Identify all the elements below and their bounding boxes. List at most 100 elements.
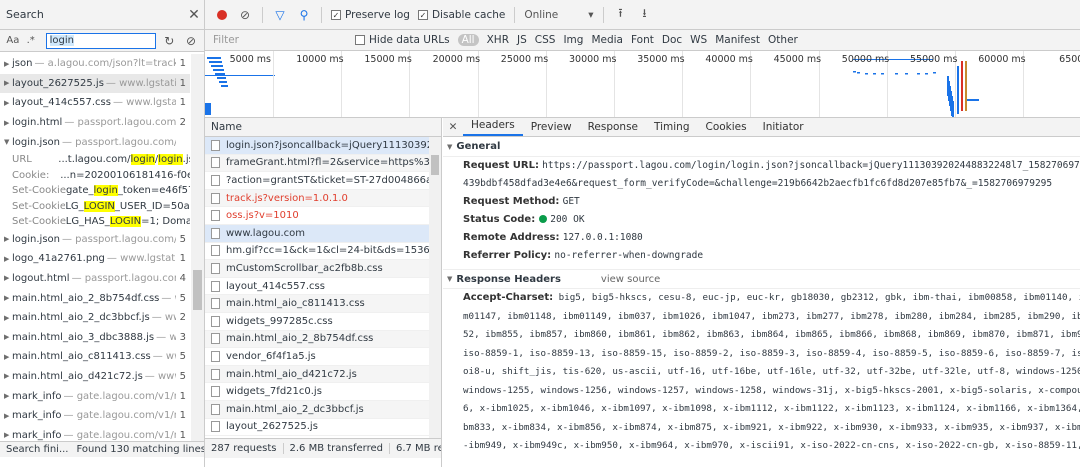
close-icon[interactable]: ✕ bbox=[443, 121, 463, 133]
request-row[interactable]: main.html_aio_2_dc3bbcf.js bbox=[205, 400, 441, 419]
tab-cookies[interactable]: Cookies bbox=[698, 121, 755, 136]
request-row[interactable]: main.html_aio_d421c72.js bbox=[205, 365, 441, 384]
request-row[interactable]: oss.js?v=1010 bbox=[205, 207, 441, 225]
overview-tick-label: 50000 ms bbox=[841, 54, 890, 65]
search-icon[interactable]: ⚲ bbox=[295, 8, 313, 22]
tab-preview[interactable]: Preview bbox=[523, 121, 580, 136]
request-list-scrollbar-thumb[interactable] bbox=[431, 155, 439, 175]
record-icon[interactable] bbox=[217, 9, 227, 20]
overview-tick-label: 60000 ms bbox=[978, 54, 1026, 65]
status-code-row: Status Code: 200 OK bbox=[443, 211, 1080, 229]
request-row[interactable]: ?action=grantST&ticket=ST-27d004866a864c… bbox=[205, 172, 441, 190]
clear-log-icon[interactable]: ⊘ bbox=[236, 8, 254, 22]
search-result-file[interactable]: ▶main.html_aio_2_dc3bbcf.js — ww...2 bbox=[0, 308, 190, 328]
search-result-file[interactable]: ▶json — a.lagou.com/json?lt=tracks...1 bbox=[0, 54, 190, 74]
request-row[interactable]: main.html_aio_c811413.css bbox=[205, 295, 441, 313]
tab-timing[interactable]: Timing bbox=[646, 121, 697, 136]
search-result-file[interactable]: ▶main.html_aio_c811413.css — ww...5 bbox=[0, 347, 190, 367]
search-result-file[interactable]: ▶mark_info — gate.lagou.com/v1/n...1 bbox=[0, 406, 190, 426]
referrer-policy-value: no-referrer-when-downgrade bbox=[554, 250, 704, 261]
general-section-header[interactable]: ▼ General bbox=[443, 137, 1080, 157]
filter-type-xhr[interactable]: XHR bbox=[487, 34, 509, 46]
file-icon bbox=[211, 298, 220, 310]
search-result-line[interactable]: Set-Cookie:LG_LOGIN_USER_ID=50a6... bbox=[0, 198, 190, 214]
request-row[interactable]: track.js?version=1.0.1.0 bbox=[205, 189, 441, 208]
timeline-overview[interactable]: 5000 ms 10000 ms 15000 ms 20000 ms 25000 ms 3… bbox=[205, 51, 1080, 118]
filter-type-ws[interactable]: WS bbox=[690, 34, 707, 46]
search-result-count: 5 bbox=[179, 233, 186, 245]
search-result-file[interactable]: ▶layout_2627525.js — www.lgstatic...1 bbox=[0, 73, 190, 94]
accept-charset-line: m01147, ibm01148, ibm01149, ibm037, ibm1… bbox=[443, 308, 1080, 327]
tab-response[interactable]: Response bbox=[580, 121, 646, 136]
request-row[interactable]: widgets_7fd21c0.js bbox=[205, 383, 441, 401]
close-icon[interactable]: ✕ bbox=[184, 7, 204, 23]
search-result-file[interactable]: ▶main.html_aio_3_dbc3888.js — ww...3 bbox=[0, 327, 190, 347]
search-result-file[interactable]: ▶login.html — passport.lagou.com/...2 bbox=[0, 113, 190, 133]
search-result-line[interactable]: Cookie: ...n=20200106181416-f0e58d... bbox=[0, 167, 190, 183]
filter-type-doc[interactable]: Doc bbox=[662, 34, 682, 46]
response-headers-section-header[interactable]: ▼ Response Headers view source bbox=[443, 269, 1080, 289]
request-row[interactable]: www.lagou.com bbox=[205, 224, 441, 243]
request-row[interactable]: mCustomScrollbar_ac2fb8b.css bbox=[205, 260, 441, 278]
request-row[interactable]: hm.gif?cc=1&ck=1&cl=24-bit&ds=1536x864..… bbox=[205, 243, 441, 261]
tab-headers[interactable]: Headers bbox=[463, 119, 523, 136]
request-row[interactable]: login.json?jsoncallback=jQuery1113039202… bbox=[205, 137, 441, 155]
search-result-line[interactable]: Set-Cookie:LG_HAS_LOGIN=1; Domai... bbox=[0, 214, 190, 230]
clear-icon[interactable]: ⊘ bbox=[182, 34, 200, 48]
triangle-right-icon: ▶ bbox=[4, 98, 10, 107]
filter-type-js[interactable]: JS bbox=[517, 34, 527, 46]
search-input[interactable]: login bbox=[45, 32, 157, 49]
search-result-line[interactable]: Set-Cookie:gate_login_token=e46f57... bbox=[0, 183, 190, 199]
search-result-file[interactable]: ▶logout.html — passport.lagou.com...4 bbox=[0, 269, 190, 289]
request-row[interactable]: vendor_6f4f1a5.js bbox=[205, 348, 441, 366]
match-case-toggle[interactable]: Aa bbox=[4, 35, 22, 46]
search-result-line[interactable]: URL ...t.lagou.com/login/login.json?js... bbox=[0, 152, 190, 168]
filter-type-img[interactable]: Img bbox=[563, 34, 583, 46]
import-har-icon[interactable]: ⭱ bbox=[612, 4, 630, 25]
hide-data-urls-checkbox[interactable]: Hide data URLs bbox=[355, 34, 450, 46]
search-result-file[interactable]: ▼login.json — passport.lagou.com/login..… bbox=[0, 132, 190, 152]
tab-initiator[interactable]: Initiator bbox=[755, 121, 812, 136]
request-name: widgets_7fd21c0.js bbox=[226, 386, 322, 398]
search-result-file[interactable]: ▶mark_info — gate.lagou.com/v1/n...1 bbox=[0, 386, 190, 406]
filter-type-manifest[interactable]: Manifest bbox=[715, 34, 760, 46]
request-row[interactable]: layout_2627525.js bbox=[205, 419, 441, 437]
request-row[interactable]: widgets_997285c.css bbox=[205, 313, 441, 331]
search-result-file[interactable]: ▶main.html_aio_d421c72.js — www...5 bbox=[0, 367, 190, 387]
export-har-icon[interactable]: ⭳ bbox=[636, 4, 654, 25]
disable-cache-checkbox[interactable]: ✓ Disable cache bbox=[417, 9, 505, 21]
filter-type-media[interactable]: Media bbox=[591, 34, 623, 46]
filter-type-css[interactable]: CSS bbox=[535, 34, 556, 46]
search-result-filename: layout_414c557.css bbox=[12, 97, 111, 109]
view-source-link[interactable]: view source bbox=[601, 274, 660, 285]
filter-type-font[interactable]: Font bbox=[631, 34, 654, 46]
search-result-file[interactable]: ▶main.html_aio_2_8b754df.css — w...5 bbox=[0, 288, 190, 308]
search-result-file[interactable]: ▶layout_414c557.css — www.lgstati...1 bbox=[0, 93, 190, 113]
preserve-log-checkbox[interactable]: ✓ Preserve log bbox=[331, 9, 410, 21]
name-column-header[interactable]: Name bbox=[205, 118, 441, 137]
remote-address-label: Remote Address: bbox=[463, 232, 560, 243]
separator bbox=[262, 6, 263, 23]
filter-input[interactable]: Filter bbox=[209, 32, 349, 49]
request-row[interactable]: main.html_aio_2_8b754df.css bbox=[205, 330, 441, 349]
status-ok-icon bbox=[539, 215, 548, 223]
regex-toggle[interactable]: .* bbox=[22, 35, 40, 46]
filter-type-other[interactable]: Other bbox=[768, 34, 798, 46]
search-result-filename: login.json bbox=[12, 136, 60, 148]
filter-type-all[interactable]: All bbox=[457, 34, 479, 46]
refresh-icon[interactable]: ↻ bbox=[160, 34, 178, 48]
search-scrollbar[interactable] bbox=[191, 54, 204, 452]
accept-charset-line: -ibm949, x-ibm949c, x-ibm950, x-ibm964, … bbox=[443, 437, 1080, 456]
filter-icon[interactable]: ▽ bbox=[271, 8, 289, 22]
overview-request-bar bbox=[207, 57, 221, 59]
request-row[interactable]: frameGrant.html?fl=2&service=https%3A%2F… bbox=[205, 154, 441, 173]
overview-request-bar bbox=[873, 73, 876, 75]
throttle-select[interactable]: Online ▾ bbox=[524, 9, 593, 21]
search-result-file[interactable]: ▶logo_41a2761.png — www.lgstatic...1 bbox=[0, 249, 190, 269]
request-row[interactable]: layout_414c557.css bbox=[205, 278, 441, 296]
search-scrollbar-thumb[interactable] bbox=[193, 270, 202, 310]
search-result-file[interactable]: ▶login.json — passport.lagou.com/l...5 bbox=[0, 229, 190, 249]
request-list-scrollbar[interactable] bbox=[429, 137, 441, 448]
search-result-key: Set-Cookie: bbox=[12, 200, 66, 212]
search-result-filename: mark_info bbox=[12, 390, 62, 402]
